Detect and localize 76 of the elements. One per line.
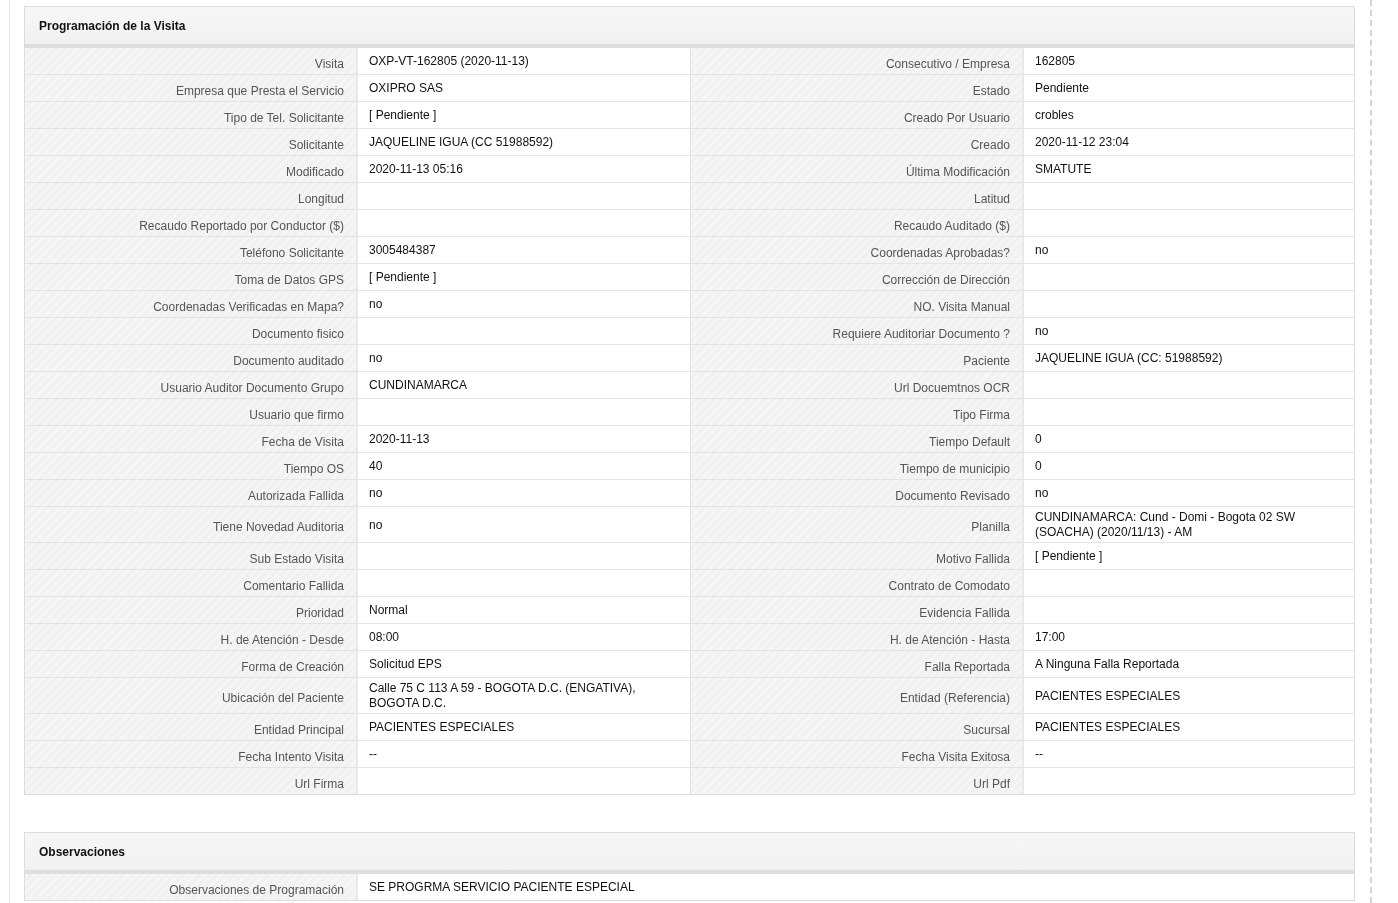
field-label: Falla Reportada xyxy=(691,651,1024,677)
field-label: Tiempo de municipio xyxy=(691,453,1024,479)
field-label: Latitud xyxy=(691,183,1024,209)
field-value: 162805 xyxy=(1034,53,1077,70)
field-label: Entidad (Referencia) xyxy=(691,678,1024,713)
field-label: Documento auditado xyxy=(25,345,358,371)
field-label: Solicitante xyxy=(25,129,358,155)
section-title: Observaciones xyxy=(25,833,1354,874)
field-label: H. de Atención - Hasta xyxy=(691,624,1024,650)
field-label: Coordenadas Aprobadas? xyxy=(691,237,1024,263)
field-label: Visita xyxy=(25,48,358,74)
field-value: SE PROGRMA SERVICIO PACIENTE ESPECIAL xyxy=(368,879,636,896)
field-label: Prioridad xyxy=(25,597,358,623)
field-label: Tiempo Default xyxy=(691,426,1024,452)
field-value: no xyxy=(1034,485,1050,502)
field-label: Usuario Auditor Documento Grupo xyxy=(25,372,358,398)
field-value: crobles xyxy=(1034,107,1075,124)
field-value: Pendiente xyxy=(1034,80,1091,97)
field-value: PACIENTES ESPECIALES xyxy=(1034,687,1182,705)
section-title: Programación de la Visita xyxy=(25,7,1354,48)
field-label: Tipo Firma xyxy=(691,399,1024,425)
field-label: Tiempo OS xyxy=(25,453,358,479)
field-label: Ubicación del Paciente xyxy=(25,678,358,713)
field-label: Modificado xyxy=(25,156,358,182)
field-label: Tiene Novedad Auditoria xyxy=(25,507,358,542)
field-value: no xyxy=(1034,242,1050,259)
field-label: Sucursal xyxy=(691,714,1024,740)
field-label: Url Firma xyxy=(25,768,358,794)
field-value: no xyxy=(1034,323,1050,340)
field-label: Fecha Visita Exitosa xyxy=(691,741,1024,767)
field-label: Comentario Fallida xyxy=(25,570,358,596)
field-label: Última Modificación xyxy=(691,156,1024,182)
field-label: Entidad Principal xyxy=(25,714,358,740)
field-label: Sub Estado Visita xyxy=(25,543,358,569)
field-label: Planilla xyxy=(691,507,1024,542)
field-label: Motivo Fallida xyxy=(691,543,1024,569)
field-label: Usuario que firmo xyxy=(25,399,358,425)
field-value: CUNDINAMARCA: Cund - Domi - Bogota 02 SW (SOACHA) (2020/11/13) - AM xyxy=(1034,509,1297,541)
field-value: SMATUTE xyxy=(1034,161,1093,178)
field-label: Empresa que Presta el Servicio xyxy=(25,75,358,101)
field-value: A Ninguna Falla Reportada xyxy=(1034,656,1181,673)
field-label: Fecha Intento Visita xyxy=(25,741,358,767)
field-label: Toma de Datos GPS xyxy=(25,264,358,290)
field-label: Recaudo Reportado por Conductor ($) xyxy=(25,210,358,236)
field-label: Recaudo Auditado ($) xyxy=(691,210,1024,236)
field-value: 2020-11-12 23:04 xyxy=(1034,134,1130,151)
field-label: Autorizada Fallida xyxy=(25,480,358,506)
field-label: Teléfono Solicitante xyxy=(25,237,358,263)
field-label: Longitud xyxy=(25,183,358,209)
field-label: Estado xyxy=(691,75,1024,101)
field-value: PACIENTES ESPECIALES xyxy=(1034,719,1182,736)
field-label: Consecutivo / Empresa xyxy=(691,48,1024,74)
field-label: Forma de Creación xyxy=(25,651,358,677)
field-label: Documento fisico xyxy=(25,318,358,344)
field-label: Url Pdf xyxy=(691,768,1024,794)
field-value: 0 xyxy=(1034,458,1043,475)
field-label: Url Docuemtnos OCR xyxy=(691,372,1024,398)
field-value: [ Pendiente ] xyxy=(1034,548,1104,565)
field-label: H. de Atención - Desde xyxy=(25,624,358,650)
field-label: Corrección de Dirección xyxy=(691,264,1024,290)
field-label: Fecha de Visita xyxy=(25,426,358,452)
field-value: -- xyxy=(1034,746,1044,763)
field-label: Coordenadas Verificadas en Mapa? xyxy=(25,291,358,317)
field-label: Paciente xyxy=(691,345,1024,371)
field-label: Tipo de Tel. Solicitante xyxy=(25,102,358,128)
field-label: NO. Visita Manual xyxy=(691,291,1024,317)
field-label: Documento Revisado xyxy=(691,480,1024,506)
field-label: Evidencia Fallida xyxy=(691,597,1024,623)
field-label: Requiere Auditoriar Documento ? xyxy=(691,318,1024,344)
field-value: 0 xyxy=(1034,431,1043,448)
field-value: JAQUELINE IGUA (CC: 51988592) xyxy=(1034,350,1224,367)
field-label: Observaciones de Programación xyxy=(25,874,358,900)
field-value: 17:00 xyxy=(1034,629,1067,646)
field-label: Creado Por Usuario xyxy=(691,102,1024,128)
field-label: Creado xyxy=(691,129,1024,155)
field-label: Contrato de Comodato xyxy=(691,570,1024,596)
